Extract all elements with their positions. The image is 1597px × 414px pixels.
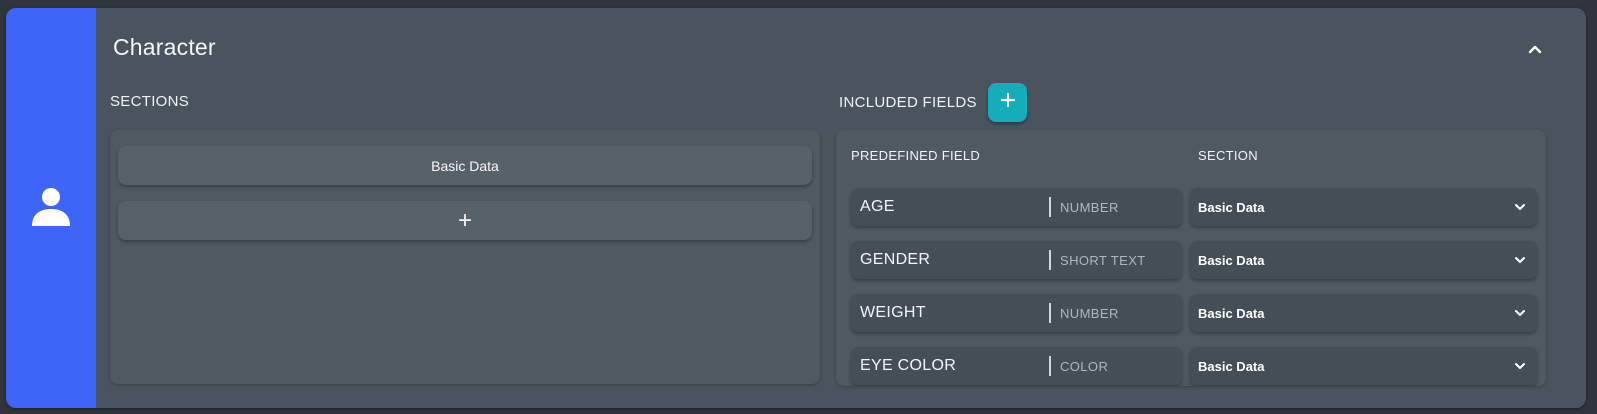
field-type: SHORT TEXT <box>1060 252 1146 268</box>
card-side-strip <box>6 8 96 408</box>
field-type: NUMBER <box>1060 199 1119 215</box>
section-item-basic-data[interactable]: Basic Data <box>118 146 812 185</box>
field-name: EYE COLOR <box>860 357 957 374</box>
user-icon <box>29 184 73 233</box>
section-select-value: Basic Data <box>1198 199 1265 215</box>
chevron-down-icon <box>1513 359 1527 373</box>
column-header-predefined-field: PREDEFINED FIELD <box>851 148 981 163</box>
section-select-weight[interactable]: Basic Data <box>1190 294 1537 332</box>
add-section-button[interactable]: + <box>118 201 812 240</box>
character-card: Character SECTIONS Basic Data + INCLUDED… <box>6 8 1586 408</box>
add-field-button[interactable] <box>988 83 1027 122</box>
field-separator <box>1049 197 1051 217</box>
chevron-down-icon <box>1513 306 1527 320</box>
field-name: AGE <box>860 198 895 215</box>
field-row-weight[interactable]: WEIGHT NUMBER <box>851 294 1182 332</box>
chevron-down-icon <box>1513 200 1527 214</box>
section-select-value: Basic Data <box>1198 358 1265 374</box>
field-separator <box>1049 356 1051 376</box>
column-header-section: SECTION <box>1198 148 1258 163</box>
field-separator <box>1049 303 1051 323</box>
sections-panel: Basic Data + <box>110 130 820 384</box>
section-select-age[interactable]: Basic Data <box>1190 188 1537 226</box>
field-row-gender[interactable]: GENDER SHORT TEXT <box>851 241 1182 279</box>
section-select-gender[interactable]: Basic Data <box>1190 241 1537 279</box>
section-select-value: Basic Data <box>1198 305 1265 321</box>
chevron-down-icon <box>1513 253 1527 267</box>
included-fields-label: INCLUDED FIELDS <box>839 94 977 111</box>
collapse-button[interactable] <box>1522 38 1548 64</box>
card-title: Character <box>113 34 216 60</box>
field-name: GENDER <box>860 251 931 268</box>
included-fields-panel: PREDEFINED FIELD SECTION AGE NUMBER Basi… <box>836 130 1546 386</box>
field-type: NUMBER <box>1060 305 1119 321</box>
field-type: COLOR <box>1060 358 1109 374</box>
field-row-age[interactable]: AGE NUMBER <box>851 188 1182 226</box>
field-row-eye-color[interactable]: EYE COLOR COLOR <box>851 347 1182 385</box>
plus-icon <box>1000 92 1016 113</box>
field-name: WEIGHT <box>860 304 926 321</box>
section-select-eye-color[interactable]: Basic Data <box>1190 347 1537 385</box>
chevron-up-icon <box>1527 41 1543 62</box>
field-separator <box>1049 250 1051 270</box>
sections-label: SECTIONS <box>110 93 190 110</box>
section-select-value: Basic Data <box>1198 252 1265 268</box>
